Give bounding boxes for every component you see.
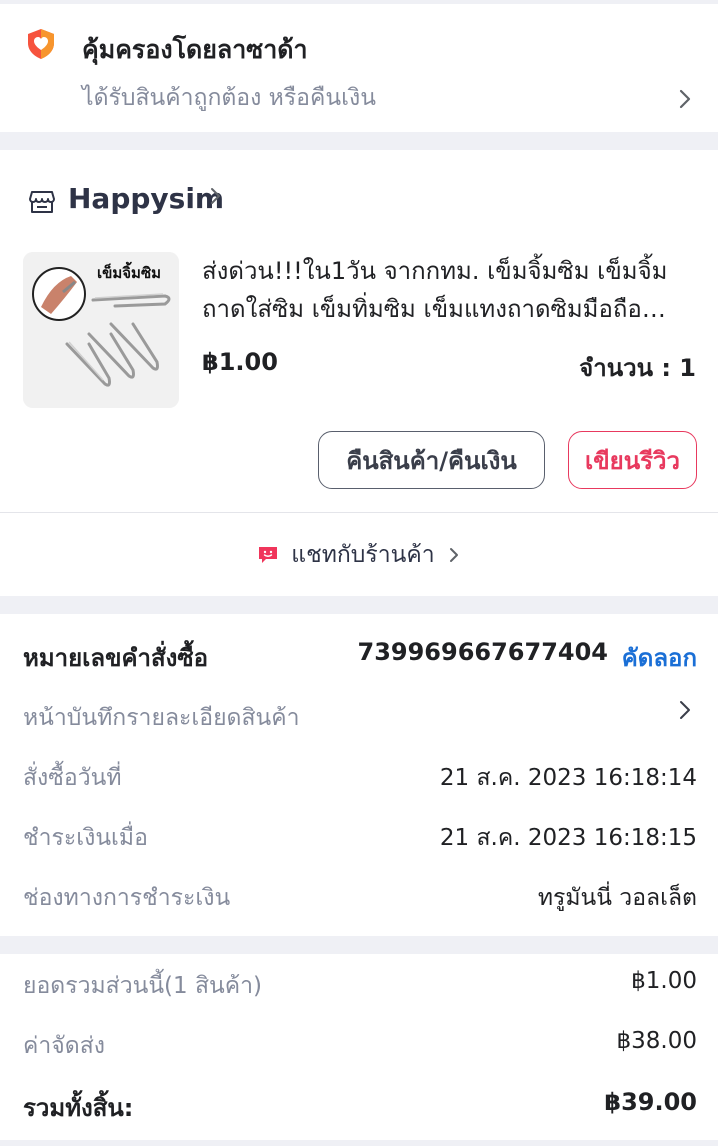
guarantee-title: คุ้มครองโดยลาซาด้า	[82, 35, 308, 64]
order-summary-section: ยอดรวมส่วนนี้(1 สินค้า) ฿1.00 ค่าจัดส่ง …	[0, 954, 718, 1140]
order-info-section: หมายเลขคำสั่งซื้อ 739969667677404 คัดลอก…	[0, 614, 718, 936]
order-number: 739969667677404	[357, 638, 609, 666]
sim-ejector-pin-image: เข็มจิ้มซิม	[23, 252, 179, 408]
product-price: ฿1.00	[202, 348, 278, 376]
chevron-right-icon[interactable]	[677, 698, 693, 722]
subtotal-label: ยอดรวมส่วนนี้(1 สินค้า)	[23, 973, 263, 999]
copy-order-number-link[interactable]: คัดลอก	[622, 638, 697, 677]
chevron-right-icon	[449, 547, 458, 562]
store-icon	[29, 191, 55, 213]
heart-shield-icon	[28, 29, 54, 59]
return-refund-button[interactable]: คืนสินค้า/คืนเงิน	[318, 431, 545, 489]
shipping-label: ค่าจัดส่ง	[23, 1033, 105, 1059]
guarantee-subtitle: ได้รับสินค้าถูกต้อง หรือคืนเงิน	[82, 85, 376, 111]
product-quantity: จำนวน : 1	[579, 354, 696, 382]
write-review-button[interactable]: เขียนรีวิว	[568, 431, 697, 489]
shipping-value: ฿38.00	[616, 1028, 697, 1054]
store-name[interactable]: Happysim	[68, 182, 224, 215]
subtotal-value: ฿1.00	[631, 968, 697, 994]
chat-with-store-button[interactable]: แชทกับร้านค้า	[0, 513, 718, 596]
order-item-card: Happysim เข็มจิ้มซิม ส่งด่วน!!!ใน1วัน จา…	[0, 150, 718, 596]
order-number-label: หมายเลขคำสั่งซื้อ	[23, 644, 209, 672]
thumb-caption: เข็มจิ้มซิม	[97, 261, 161, 282]
chat-label: แชทกับร้านค้า	[291, 541, 435, 568]
payment-method-label: ช่องทางการชำระเงิน	[23, 885, 231, 911]
total-label: รวมทั้งสิ้น:	[23, 1094, 134, 1122]
payment-method-value: ทรูมันนี่ วอลเล็ต	[537, 885, 697, 911]
product-thumbnail[interactable]: เข็มจิ้มซิม	[23, 252, 179, 408]
paid-date-value: 21 ส.ค. 2023 16:18:15	[439, 825, 697, 851]
product-details-link[interactable]: หน้าบันทึกรายละเอียดสินค้า	[23, 700, 300, 736]
guarantee-banner[interactable]: คุ้มครองโดยลาซาด้า ได้รับสินค้าถูกต้อง ห…	[0, 4, 718, 132]
paid-date-label: ชำระเงินเมื่อ	[23, 825, 148, 851]
product-title[interactable]: ส่งด่วน!!!ใน1วัน จากกทม. เข็มจิ้มซิม เข็…	[202, 252, 692, 328]
order-date-label: สั่งซื้อวันที่	[23, 765, 122, 791]
chat-bubble-icon	[259, 546, 278, 563]
chevron-right-icon[interactable]	[677, 88, 693, 110]
chevron-right-icon[interactable]	[208, 183, 224, 209]
order-date-value: 21 ส.ค. 2023 16:18:14	[439, 765, 697, 791]
total-value: ฿39.00	[604, 1088, 697, 1116]
